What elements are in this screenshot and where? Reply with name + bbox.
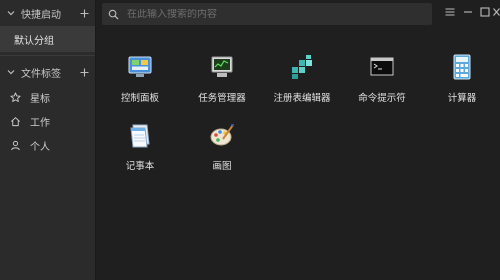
- file-tags-title: 文件标签: [21, 68, 61, 80]
- app-command-prompt[interactable]: 命令提示符: [342, 54, 422, 104]
- sidebar-item-personal[interactable]: 个人: [0, 133, 95, 157]
- default-group-label: 默认分组: [14, 35, 54, 47]
- sidebar-item-star[interactable]: 星标: [0, 85, 95, 109]
- sidebar-item-label: 星标: [30, 93, 50, 105]
- search-box[interactable]: [102, 3, 432, 25]
- maximize-icon[interactable]: [479, 6, 491, 18]
- app-calculator[interactable]: 计算器: [422, 54, 500, 104]
- top-bar: [96, 0, 500, 28]
- app-label: 计算器: [447, 93, 477, 104]
- app-control-panel[interactable]: 控制面板: [100, 54, 180, 104]
- app-label: 记事本: [125, 161, 155, 172]
- app-paint[interactable]: 画图: [182, 122, 262, 172]
- app-label: 注册表编辑器: [273, 93, 331, 104]
- registry-editor-icon: [292, 55, 312, 79]
- file-tags-header[interactable]: 文件标签: [0, 59, 95, 85]
- search-input[interactable]: [127, 8, 417, 20]
- app-registry-editor[interactable]: 注册表编辑器: [262, 54, 342, 104]
- search-icon: [108, 9, 119, 20]
- quick-launch-header[interactable]: 快捷启动: [0, 0, 95, 26]
- task-manager-icon: [211, 56, 233, 77]
- app-label: 命令提示符: [358, 93, 406, 104]
- app-label: 任务管理器: [198, 93, 246, 104]
- home-icon: [11, 116, 20, 126]
- sidebar-item-label: 个人: [30, 141, 50, 153]
- app-notepad[interactable]: 记事本: [100, 122, 180, 172]
- add-group-icon[interactable]: [80, 9, 89, 18]
- sidebar-item-default-group[interactable]: 默认分组: [0, 26, 95, 52]
- app-task-manager[interactable]: 任务管理器: [182, 54, 262, 104]
- star-icon: [10, 91, 21, 102]
- control-panel-icon: [128, 56, 152, 77]
- menu-icon[interactable]: [444, 6, 456, 18]
- notepad-icon: [130, 124, 150, 148]
- chevron-down-icon[interactable]: [6, 8, 16, 18]
- quick-launch-title: 快捷启动: [21, 9, 61, 21]
- sidebar-item-work[interactable]: 工作: [0, 109, 95, 133]
- minimize-icon[interactable]: [462, 6, 474, 18]
- command-prompt-icon: [370, 57, 394, 76]
- sidebar: 快捷启动 默认分组 文件标签 星标 工作 个人: [0, 0, 96, 280]
- person-icon: [11, 140, 20, 150]
- paint-icon: [210, 124, 234, 146]
- app-label: 画图: [212, 161, 232, 172]
- divider: [0, 55, 95, 56]
- calculator-icon: [453, 54, 471, 80]
- chevron-down-icon[interactable]: [6, 67, 16, 77]
- close-icon[interactable]: [493, 6, 500, 18]
- add-tag-icon[interactable]: [80, 68, 89, 77]
- sidebar-item-label: 工作: [30, 117, 50, 129]
- app-label: 控制面板: [120, 93, 159, 104]
